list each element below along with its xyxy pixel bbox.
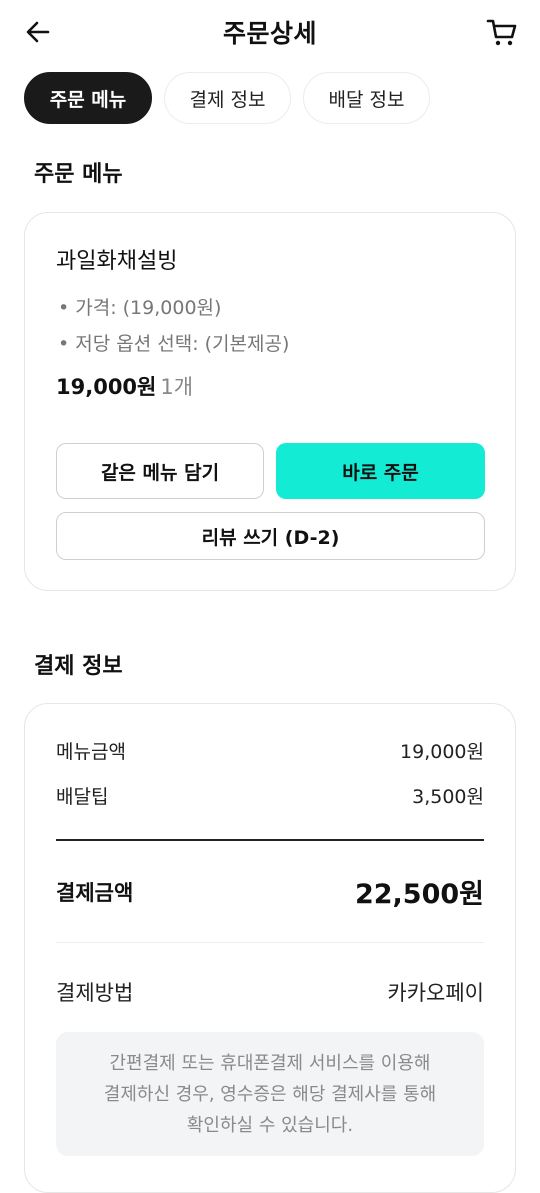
receipt-notice: 간편결제 또는 휴대폰결제 서비스를 이용해 결제하신 경우, 영수증은 해당 … [56, 1032, 484, 1156]
menu-option-price: • 가격: (19,000원) [58, 297, 222, 319]
section-tabs: 주문 메뉴 결제 정보 배달 정보 [24, 72, 430, 124]
payment-method-label: 결제방법 [56, 981, 134, 1005]
delivery-tip-value: 3,500원 [412, 786, 484, 808]
tab-delivery-info[interactable]: 배달 정보 [303, 72, 430, 124]
app-header: 주문상세 [0, 0, 540, 64]
menu-item-name: 과일화채설빙 [56, 249, 178, 274]
tab-order-menu[interactable]: 주문 메뉴 [24, 72, 152, 124]
delivery-tip-row: 배달팁 3,500원 [56, 782, 484, 809]
order-now-button[interactable]: 바로 주문 [276, 443, 485, 499]
menu-quantity: 1개 [160, 375, 194, 399]
cart-icon [486, 19, 517, 46]
payment-method-row: 결제방법 카카오페이 [56, 977, 484, 1007]
payment-card: 메뉴금액 19,000원 배달팁 3,500원 결제금액 22,500원 결제방… [24, 703, 516, 1193]
cart-button[interactable] [484, 14, 520, 50]
total-divider [56, 839, 484, 841]
menu-amount-value: 19,000원 [400, 741, 484, 763]
menu-amount-label: 메뉴금액 [56, 741, 126, 763]
tab-payment-info[interactable]: 결제 정보 [164, 72, 291, 124]
add-same-menu-button[interactable]: 같은 메뉴 담기 [56, 443, 264, 499]
page-title: 주문상세 [222, 19, 317, 48]
menu-price-line: 19,000원 1개 [56, 371, 193, 401]
payment-section-title: 결제 정보 [34, 654, 123, 679]
total-value: 22,500원 [354, 879, 484, 910]
total-label: 결제금액 [56, 880, 134, 905]
menu-price: 19,000원 [56, 375, 157, 399]
write-review-button[interactable]: 리뷰 쓰기 (D-2) [56, 512, 485, 560]
order-menu-section-title: 주문 메뉴 [34, 162, 123, 187]
payment-method-value: 카카오페이 [387, 981, 484, 1005]
total-row: 결제금액 22,500원 [56, 872, 484, 911]
menu-option-sugar: • 저당 옵션 선택: (기본제공) [58, 333, 290, 355]
menu-amount-row: 메뉴금액 19,000원 [56, 737, 484, 764]
order-menu-card: 과일화채설빙 • 가격: (19,000원) • 저당 옵션 선택: (기본제공… [24, 212, 516, 591]
method-divider [56, 942, 484, 943]
delivery-tip-label: 배달팁 [56, 786, 109, 808]
